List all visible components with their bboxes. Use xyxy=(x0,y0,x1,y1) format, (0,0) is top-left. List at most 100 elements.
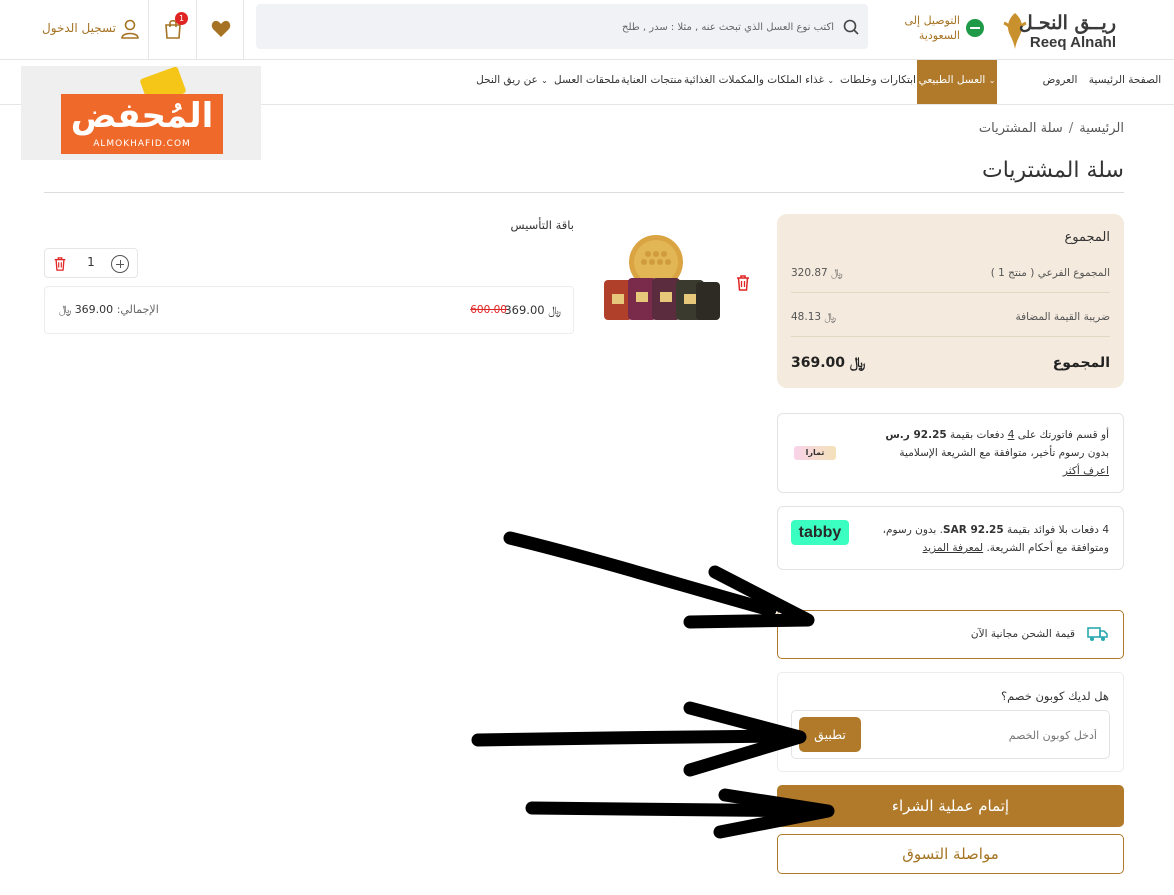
plus-icon[interactable] xyxy=(111,255,129,273)
grand-total-amount: 369.00 xyxy=(791,355,846,371)
item-price: 369.00 ﷼ xyxy=(504,303,561,318)
delivery-country: السعودية xyxy=(918,29,960,42)
item-price-value: 369.00 xyxy=(504,303,545,317)
grand-total-label: المجموع xyxy=(1052,355,1110,371)
vat-value: ﷼ 48.13 xyxy=(791,311,836,324)
nav-item-honey-accessories[interactable]: ملحقات العسل xyxy=(554,60,620,104)
tamara-learn-more-link[interactable]: اعرف أكثر xyxy=(1063,465,1109,477)
remove-item-icon[interactable] xyxy=(735,274,751,292)
free-shipping-text: قيمة الشحن مجانية الآن xyxy=(970,628,1075,640)
coupon-section: هل لديك كوبون خصم؟ تطبيق xyxy=(777,672,1124,772)
quantity-stepper: 1 xyxy=(44,248,138,278)
grand-total-value: ﷼ 369.00 xyxy=(791,355,865,371)
site-logo[interactable]: ريــق النحـل Reeq Alnahl xyxy=(1001,9,1116,53)
arrow-to-coupon-icon xyxy=(471,701,807,777)
coupon-question: هل لديك كوبون خصم؟ xyxy=(1000,689,1109,703)
tabby-learn-more-link[interactable]: لمعرفة المزيد xyxy=(923,542,984,554)
delivery-label: التوصيل إلى xyxy=(904,14,960,27)
wishlist-button[interactable] xyxy=(196,0,244,60)
free-shipping-notice: قيمة الشحن مجانية الآن xyxy=(777,610,1124,659)
tabby-text-part: 4 دفعات بلا فوائد بقيمة xyxy=(1003,524,1109,536)
tabby-text-part: ومتوافقة مع أحكام الشريعة. xyxy=(983,542,1109,554)
tabby-installment-widget: 4 دفعات بلا فوائد بقيمة SAR 92.25. بدون … xyxy=(777,506,1124,570)
tamara-installment-amount: 92.25 ر.س xyxy=(885,429,947,441)
continue-shopping-button[interactable]: مواصلة التسوق xyxy=(777,834,1124,874)
chevron-down-icon: ⌄ xyxy=(988,76,996,85)
tabby-text-part: . بدون رسوم، xyxy=(882,524,944,536)
watermark-word: المُحفض xyxy=(70,96,214,136)
delivery-truck-icon xyxy=(1087,627,1108,641)
cart-button[interactable]: 1 xyxy=(148,0,196,60)
watermark-domain: ALMOKHAFID.COM xyxy=(93,139,191,149)
tamara-text: أو قسم فاتورتك على 4 دفعات بقيمة 92.25 ر… xyxy=(859,426,1109,480)
search-bar xyxy=(256,4,868,49)
breadcrumb-separator: / xyxy=(1068,121,1074,136)
nav-item-about-label: عن ريق النحل xyxy=(476,74,538,86)
trash-icon[interactable] xyxy=(53,256,67,272)
divider xyxy=(791,336,1110,337)
item-total-label: الإجمالي: xyxy=(116,303,159,316)
nav-item-about[interactable]: عن ريق النحل ⌄ xyxy=(476,60,548,104)
item-old-price-value: 600.00 xyxy=(470,304,507,316)
chevron-down-icon: ⌄ xyxy=(541,76,548,85)
coupon-input[interactable] xyxy=(877,724,1097,746)
item-old-price: 600.00 xyxy=(470,304,507,316)
order-summary: المجموع المجموع الفرعي ( منتج 1 ) ﷼ 320.… xyxy=(777,214,1124,388)
user-icon xyxy=(121,19,139,39)
nav-item-royal-jelly[interactable]: غذاء الملكات والمكملات الغذائية ⌄ xyxy=(684,60,834,104)
divider xyxy=(791,292,1110,293)
quantity-value[interactable]: 1 xyxy=(81,255,101,269)
login-label: تسجيل الدخول xyxy=(42,21,116,35)
delivery-country-selector[interactable]: التوصيل إلى السعودية xyxy=(894,14,984,46)
tabby-installment-amount: SAR 92.25 xyxy=(943,524,1004,536)
cart-count-badge: 1 xyxy=(175,12,188,25)
saudi-flag-icon xyxy=(966,19,984,37)
nav-item-home[interactable]: الصفحة الرئيسية xyxy=(1086,60,1164,104)
item-price-row: 369.00 ﷼ 600.00 الإجمالي: 369.00 ﷼ xyxy=(44,286,574,334)
heart-icon xyxy=(211,20,231,37)
nav-item-natural-honey-label: العسل الطبيعي xyxy=(918,74,986,86)
apply-coupon-button[interactable]: تطبيق xyxy=(799,717,861,752)
nav-item-natural-honey[interactable]: العسل الطبيعي ⌄ xyxy=(917,60,997,104)
subtotal-amount: 320.87 xyxy=(791,267,828,279)
nav-item-royal-jelly-label: غذاء الملكات والمكملات الغذائية xyxy=(684,74,825,86)
riyal-icon: ﷼ xyxy=(59,303,72,316)
logo-arabic-text: ريــق النحـل xyxy=(1018,12,1116,34)
login-link[interactable]: تسجيل الدخول xyxy=(42,18,140,40)
checkout-button[interactable]: إتمام عملية الشراء xyxy=(777,785,1124,827)
logo-english-text: Reeq Alnahl xyxy=(1029,34,1116,51)
tamara-text-part: دفعات بقيمة xyxy=(946,429,1008,441)
breadcrumb: الرئيسية / سلة المشتريات xyxy=(979,121,1124,136)
subtotal-label: المجموع الفرعي ( منتج 1 ) xyxy=(990,267,1110,279)
tamara-logo: تمارا xyxy=(794,446,836,460)
page-title: سلة المشتريات xyxy=(982,158,1124,183)
search-icon[interactable] xyxy=(842,18,860,36)
product-image[interactable] xyxy=(600,232,725,327)
divider xyxy=(44,192,1124,193)
tabby-logo: tabby xyxy=(791,520,849,545)
search-input[interactable] xyxy=(274,16,834,38)
breadcrumb-current: سلة المشتريات xyxy=(978,121,1063,136)
nav-item-offers[interactable]: العروض xyxy=(1038,60,1082,104)
vat-amount: 48.13 xyxy=(791,311,822,323)
item-total: الإجمالي: 369.00 ﷼ xyxy=(59,303,159,317)
arrow-to-shipping-icon xyxy=(503,531,815,629)
watermark-logo: المُحفض ALMOKHAFID.COM xyxy=(61,94,223,154)
nav-item-care-products[interactable]: منتجات العناية xyxy=(621,60,682,104)
riyal-icon: ﷼ xyxy=(548,303,561,317)
tamara-text-part: أو قسم فاتورتك على xyxy=(1014,429,1109,441)
tabby-text: 4 دفعات بلا فوائد بقيمة SAR 92.25. بدون … xyxy=(859,521,1109,557)
vat-label: ضريبة القيمة المضافة xyxy=(1015,311,1110,323)
subtotal-value: ﷼ 320.87 xyxy=(791,267,843,280)
chevron-down-icon: ⌄ xyxy=(827,76,835,85)
breadcrumb-home[interactable]: الرئيسية xyxy=(1079,121,1124,136)
riyal-icon: ﷼ xyxy=(824,311,837,323)
riyal-icon: ﷼ xyxy=(831,267,843,279)
tamara-installment-widget: أو قسم فاتورتك على 4 دفعات بقيمة 92.25 ر… xyxy=(777,413,1124,493)
riyal-icon: ﷼ xyxy=(849,355,866,371)
product-name[interactable]: باقة التأسيس xyxy=(511,218,574,232)
summary-heading: المجموع xyxy=(1064,230,1110,245)
nav-item-innovations[interactable]: ابتكارات وخلطات xyxy=(840,60,916,104)
tamara-text-part: بدون رسوم تأخير، متوافقة مع الشريعة الإس… xyxy=(899,447,1109,459)
item-total-value: 369.00 xyxy=(74,303,114,316)
